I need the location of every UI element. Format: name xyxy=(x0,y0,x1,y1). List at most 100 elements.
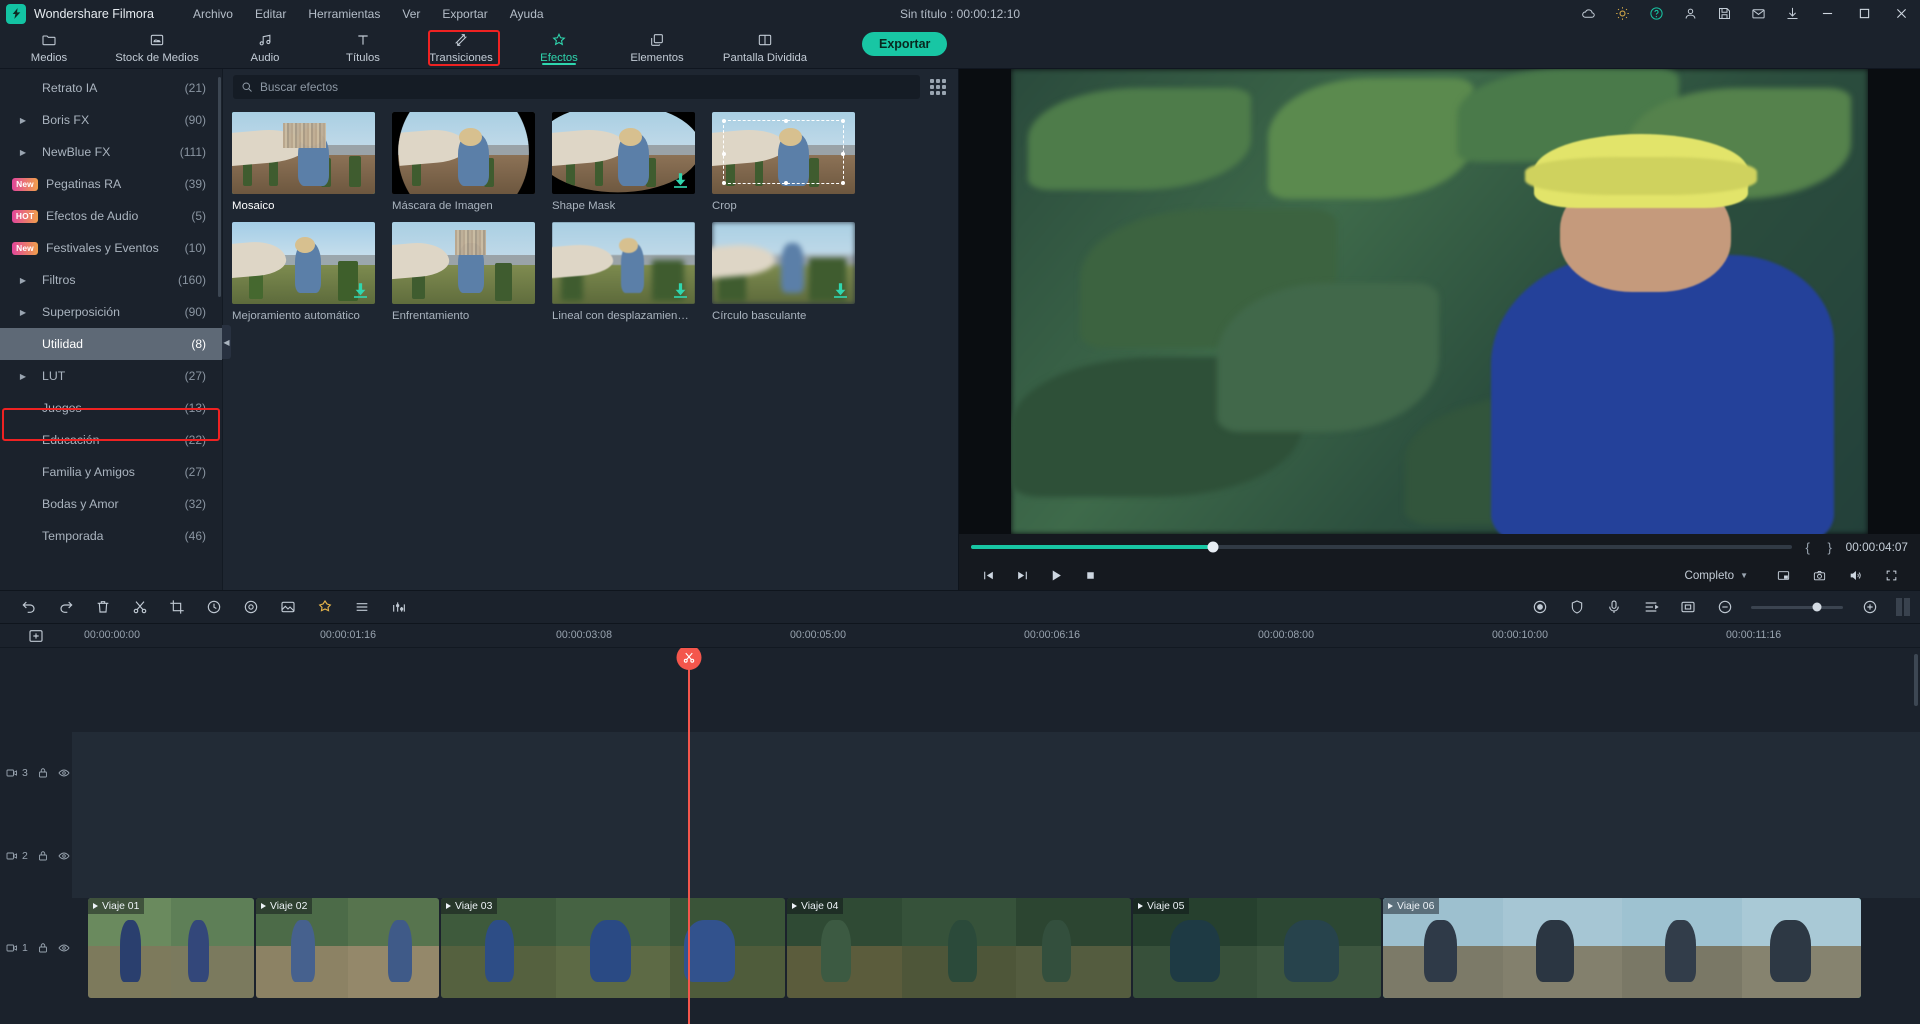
cloud-icon[interactable] xyxy=(1571,0,1605,27)
menu-item-ver[interactable]: Ver xyxy=(391,3,431,25)
tab-pantalla-dividida[interactable]: Pantalla Dividida xyxy=(706,27,824,68)
clip-viaje-01[interactable]: Viaje 01 xyxy=(88,898,254,998)
effect-card-lineal-con-desplazamiento[interactable]: Lineal con desplazamien… xyxy=(552,222,712,322)
track-header-video-3[interactable]: 3 xyxy=(0,732,72,814)
tab-efectos[interactable]: Efectos xyxy=(510,27,608,68)
effect-card-mejoramiento-automatico[interactable]: Mejoramiento automático xyxy=(232,222,392,322)
prev-frame-button[interactable] xyxy=(971,562,1005,588)
timeline-ruler[interactable]: 00:00:00:00 00:00:01:16 00:00:03:08 00:0… xyxy=(0,624,1920,648)
track-row[interactable]: 3 xyxy=(0,732,1920,814)
mask-icon[interactable] xyxy=(269,594,306,620)
snapshot-camera-icon[interactable] xyxy=(1802,562,1836,588)
speed-clock-icon[interactable] xyxy=(195,594,232,620)
sidebar-item-lut[interactable]: ▶ LUT (27) xyxy=(0,360,222,392)
sidebar-item-efectos-de-audio[interactable]: HOT Efectos de Audio (5) xyxy=(0,200,222,232)
record-voice-icon[interactable] xyxy=(1521,594,1558,620)
track-lane[interactable]: Viaje 01 Viaje 02 Viaje 03 Viaje 04 Viaj… xyxy=(72,898,1920,998)
effect-card-mascara-de-imagen[interactable]: Máscara de Imagen xyxy=(392,112,552,212)
sidebar-item-superposicion[interactable]: ▶ Superposición (90) xyxy=(0,296,222,328)
sidebar-item-educacion[interactable]: Educación (22) xyxy=(0,424,222,456)
quality-selector[interactable]: Completo ▼ xyxy=(1676,567,1756,584)
sidebar-item-utilidad[interactable]: Utilidad (8) xyxy=(0,328,222,360)
track-row[interactable]: 2 xyxy=(0,814,1920,898)
sidebar-item-pegatinas-ra[interactable]: New Pegatinas RA (39) xyxy=(0,168,222,200)
menu-item-herramientas[interactable]: Herramientas xyxy=(297,3,391,25)
playhead[interactable] xyxy=(676,648,702,1024)
search-input[interactable] xyxy=(260,80,912,94)
clip-viaje-06[interactable]: Viaje 06 xyxy=(1383,898,1861,998)
tab-titulos[interactable]: Títulos xyxy=(314,27,412,68)
sidebar-item-boris-fx[interactable]: ▶ Boris FX (90) xyxy=(0,104,222,136)
next-frame-button[interactable] xyxy=(1005,562,1039,588)
clip-viaje-02[interactable]: Viaje 02 xyxy=(256,898,439,998)
track-lane[interactable] xyxy=(72,998,1920,1024)
auto-reframe-icon[interactable] xyxy=(1669,594,1706,620)
split-scissors-icon[interactable] xyxy=(121,594,158,620)
timeline-tracks[interactable]: 3 2 1 Viaje 01 Viaje 02 Viaje 03 Viaje 0… xyxy=(0,648,1920,1024)
stop-button[interactable] xyxy=(1073,562,1107,588)
volume-icon[interactable] xyxy=(1838,562,1872,588)
effect-card-enfrentamiento[interactable]: Enfrentamiento xyxy=(392,222,552,322)
tab-medios[interactable]: Medios xyxy=(0,27,98,68)
mark-in-button[interactable]: { xyxy=(1802,540,1814,555)
sidebar-item-festivales-y-eventos[interactable]: New Festivales y Eventos (10) xyxy=(0,232,222,264)
sidebar-item-bodas-y-amor[interactable]: Bodas y Amor (32) xyxy=(0,488,222,520)
effect-card-crop[interactable]: Crop xyxy=(712,112,872,212)
help-circle-icon[interactable] xyxy=(1639,0,1673,27)
track-lane[interactable] xyxy=(72,814,1920,898)
mail-icon[interactable] xyxy=(1741,0,1775,27)
effect-thumbnail[interactable] xyxy=(712,112,855,194)
download-icon[interactable] xyxy=(1775,0,1809,27)
green-screen-icon[interactable] xyxy=(306,594,343,620)
save-icon[interactable] xyxy=(1707,0,1741,27)
add-marker-button[interactable] xyxy=(0,624,72,647)
effect-thumbnail[interactable] xyxy=(232,222,375,304)
delete-trash-icon[interactable] xyxy=(84,594,121,620)
effect-thumbnail[interactable] xyxy=(552,222,695,304)
sidebar-item-retrato-ia[interactable]: Retrato IA (21) xyxy=(0,72,222,104)
sidebar-item-filtros[interactable]: ▶ Filtros (160) xyxy=(0,264,222,296)
effect-thumbnail[interactable] xyxy=(552,112,695,194)
track-header-audio-1[interactable]: 1 xyxy=(0,998,72,1024)
track-lane[interactable] xyxy=(72,732,1920,814)
pip-screen-icon[interactable] xyxy=(1766,562,1800,588)
audio-mixer-icon[interactable] xyxy=(380,594,417,620)
timeline-zoom-slider[interactable] xyxy=(1751,602,1843,612)
menu-item-archivo[interactable]: Archivo xyxy=(182,3,244,25)
seek-handle[interactable] xyxy=(1207,541,1219,553)
marker-icon[interactable] xyxy=(1632,594,1669,620)
playhead-split-button[interactable] xyxy=(676,648,702,670)
track-header-video-2[interactable]: 2 xyxy=(0,814,72,898)
menu-item-exportar[interactable]: Exportar xyxy=(431,3,498,25)
crop-icon[interactable] xyxy=(158,594,195,620)
clip-viaje-03[interactable]: Viaje 03 xyxy=(441,898,785,998)
effect-thumbnail[interactable] xyxy=(392,112,535,194)
sidebar-item-temporada[interactable]: Temporada (46) xyxy=(0,520,222,552)
redo-icon[interactable] xyxy=(47,594,84,620)
tab-transiciones[interactable]: Transiciones xyxy=(412,27,510,68)
effect-card-circulo-basculante[interactable]: Círculo basculante xyxy=(712,222,872,322)
freeze-frame-icon[interactable] xyxy=(343,594,380,620)
sidebar-item-newblue-fx[interactable]: ▶ NewBlue FX (111) xyxy=(0,136,222,168)
sidebar-item-juegos[interactable]: Juegos (13) xyxy=(0,392,222,424)
track-header-video-1[interactable]: 1 xyxy=(0,898,72,998)
tab-audio[interactable]: Audio xyxy=(216,27,314,68)
sidebar-scrollbar[interactable] xyxy=(218,77,221,297)
timeline-vertical-scrollbar[interactable] xyxy=(1914,654,1918,706)
maximize-button[interactable] xyxy=(1846,0,1883,27)
brightness-icon[interactable] xyxy=(1605,0,1639,27)
clip-viaje-04[interactable]: Viaje 04 xyxy=(787,898,1131,998)
play-button[interactable] xyxy=(1039,562,1073,588)
search-box[interactable] xyxy=(233,75,920,99)
track-row[interactable]: 1 xyxy=(0,998,1920,1024)
menu-item-editar[interactable]: Editar xyxy=(244,3,297,25)
export-button[interactable]: Exportar xyxy=(862,32,948,56)
zoom-slider-handle[interactable] xyxy=(1812,602,1822,612)
zoom-in-icon[interactable] xyxy=(1851,594,1888,620)
mark-out-button[interactable]: } xyxy=(1824,540,1836,555)
track-row[interactable]: 1 Viaje 01 Viaje 02 Viaje 03 Viaje 04 Vi… xyxy=(0,898,1920,998)
minimize-button[interactable] xyxy=(1809,0,1846,27)
tab-stock-de-medios[interactable]: Stock de Medios xyxy=(98,27,216,68)
effect-thumbnail[interactable] xyxy=(392,222,535,304)
fullscreen-icon[interactable] xyxy=(1874,562,1908,588)
